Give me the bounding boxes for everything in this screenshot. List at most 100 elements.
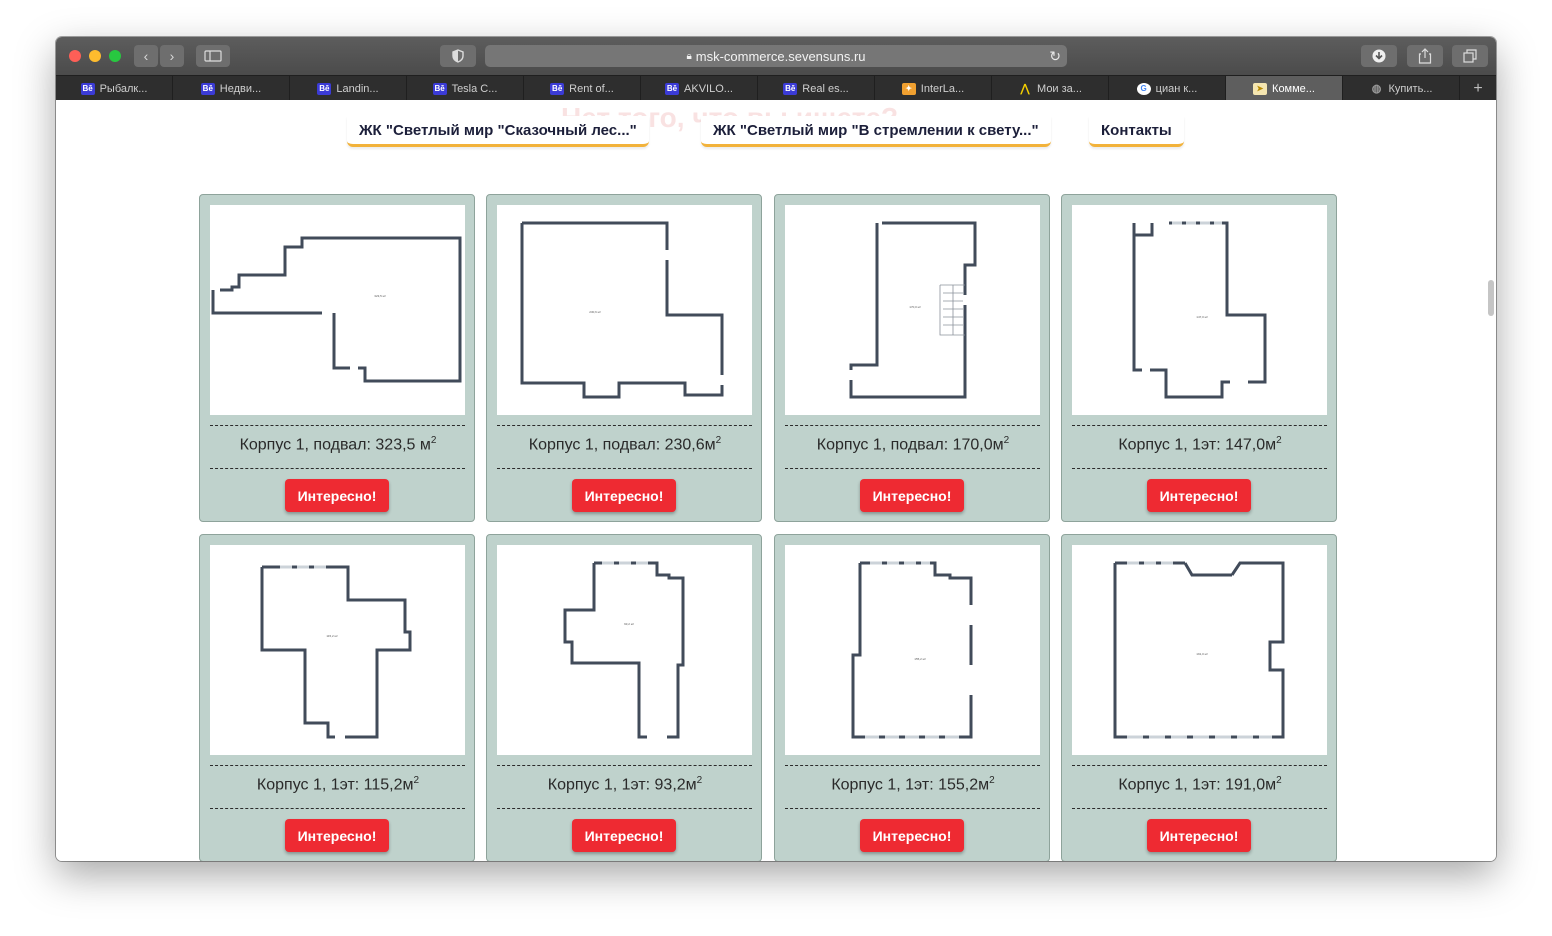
tab-label: циан к...	[1155, 82, 1198, 95]
tab-label: InterLa...	[920, 82, 965, 95]
tab-7[interactable]: ✦ InterLa...	[875, 76, 992, 101]
tab-11[interactable]: ◍ Купить...	[1343, 76, 1460, 101]
listing-card[interactable]: 155,2 м² Корпус 1, 1эт: 155,2м2 Интересн…	[774, 534, 1050, 861]
listing-title: Корпус 1, 1эт: 147,0м	[1118, 436, 1277, 454]
yandex-icon: ⋀	[1020, 83, 1030, 95]
superscript: 2	[430, 435, 437, 446]
sidebar-toggle-button[interactable]	[196, 45, 230, 67]
tab-label: Real es...	[802, 82, 849, 95]
plan-area-label: 155,2 м²	[914, 657, 925, 661]
floor-plan-image: 147,0 м²	[1072, 205, 1327, 415]
behance-icon: Bē	[200, 82, 215, 95]
tab-2[interactable]: Bē Landin...	[290, 76, 407, 101]
listing-card[interactable]: 191,0 м² Корпус 1, 1эт: 191,0м2 Интересн…	[1061, 534, 1337, 861]
listing-card[interactable]: 170,0 м² Корпус 1, подвал: 170,0м2 Интер…	[774, 194, 1050, 522]
tab-bar: Bē Рыбалк... Bē Недви... Bē Landin... Bē Tes…	[56, 75, 1496, 101]
tab-5[interactable]: Bē AKVILO...	[641, 76, 758, 101]
divider	[210, 808, 465, 809]
tab-10-active[interactable]: ➤ Комме...	[1226, 76, 1343, 101]
close-window-button[interactable]	[69, 50, 81, 62]
divider	[785, 425, 1040, 426]
nav-link-contacts[interactable]: Контакты	[1089, 116, 1184, 147]
interested-button[interactable]: Интересно!	[860, 819, 964, 852]
downloads-button[interactable]	[1361, 45, 1397, 67]
minimize-window-button[interactable]	[89, 50, 101, 62]
plan-area-label: 115,2 м²	[326, 634, 337, 638]
tab-1[interactable]: Bē Недви...	[173, 76, 290, 101]
reload-icon[interactable]: ↻	[1049, 48, 1061, 65]
tab-9[interactable]: Gциан к...	[1109, 76, 1226, 101]
floor-plan-image: 191,0 м²	[1072, 545, 1327, 755]
floor-plan-image: 230,6 м²	[497, 205, 752, 415]
tab-3[interactable]: Bē Tesla C...	[407, 76, 524, 101]
back-button[interactable]: ‹	[134, 45, 158, 67]
tab-label: Купить...	[1388, 82, 1433, 95]
behance-icon: Bē	[665, 82, 680, 95]
divider	[1072, 425, 1327, 426]
superscript: 2	[1003, 435, 1010, 446]
browser-toolbar: ‹ › 🔒︎ msk-commerce.sevensuns.ru ↻	[56, 37, 1496, 75]
divider	[497, 808, 752, 809]
floor-plan-image: 115,2 м²	[210, 545, 465, 755]
interested-button[interactable]: Интересно!	[572, 819, 676, 852]
interested-button[interactable]: Интересно!	[285, 479, 389, 512]
interested-button[interactable]: Интересно!	[572, 479, 676, 512]
listing-title: Корпус 1, подвал: 323,5 м	[239, 436, 431, 454]
tab-label: Tesla C...	[451, 82, 498, 95]
tab-6[interactable]: Bē Real es...	[758, 76, 875, 101]
listing-title: Корпус 1, 1эт: 155,2м	[831, 776, 990, 794]
listing-title: Корпус 1, 1эт: 93,2м	[547, 776, 697, 794]
tab-4[interactable]: Bē Rent of...	[524, 76, 641, 101]
behance-icon: Bē	[80, 82, 95, 95]
nav-link-v-stremlenii[interactable]: ЖК "Светлый мир "В стремлении к свету...…	[701, 116, 1051, 147]
superscript: 2	[989, 775, 995, 786]
tab-label: AKVILO...	[684, 82, 733, 95]
interlab-icon: ✦	[901, 82, 916, 95]
listing-caption: Корпус 1, подвал: 323,5 м2	[200, 435, 476, 454]
privacy-shield-button[interactable]	[440, 45, 476, 67]
forward-button[interactable]: ›	[160, 45, 184, 67]
listing-caption: Корпус 1, подвал: 230,6м2	[487, 435, 763, 454]
behance-icon: Bē	[432, 82, 447, 95]
share-button[interactable]	[1407, 45, 1443, 67]
tab-label: Rent of...	[569, 82, 614, 95]
plan-area-label: 230,6 м²	[589, 310, 600, 314]
listing-card[interactable]: 115,2 м² Корпус 1, 1эт: 115,2м2 Интересн…	[199, 534, 475, 861]
interested-button[interactable]: Интересно!	[860, 479, 964, 512]
new-tab-button[interactable]: +	[1460, 76, 1496, 101]
superscript: 2	[1276, 435, 1282, 446]
plan-area-label: 93,2 м²	[624, 622, 634, 626]
listing-card[interactable]: 147,0 м² Корпус 1, 1эт: 147,0м2 Интересн…	[1061, 194, 1337, 522]
interested-button[interactable]: Интересно!	[1147, 819, 1251, 852]
nav-link-skazochny-les[interactable]: ЖК "Светлый мир "Сказочный лес..."	[347, 116, 649, 147]
tab-8[interactable]: ⋀ Мои за...	[992, 76, 1109, 101]
share-icon	[1418, 48, 1432, 64]
page-scrollbar[interactable]	[1488, 280, 1494, 316]
tabs-overview-button[interactable]	[1452, 45, 1488, 67]
shield-icon	[452, 49, 464, 63]
tab-0[interactable]: Bē Рыбалк...	[56, 76, 173, 101]
divider	[785, 765, 1040, 766]
plan-area-label: 170,0 м²	[909, 305, 920, 309]
divider	[210, 468, 465, 469]
tab-label: Рыбалк...	[99, 82, 148, 95]
download-icon	[1372, 49, 1386, 63]
zoom-window-button[interactable]	[109, 50, 121, 62]
listing-title: Корпус 1, 1эт: 191,0м	[1118, 776, 1277, 794]
browser-window: ‹ › 🔒︎ msk-commerce.sevensuns.ru ↻ Bē Рыб…	[56, 37, 1496, 861]
url-text: msk-commerce.sevensuns.ru	[695, 48, 866, 64]
floor-plan-image: 170,0 м²	[785, 205, 1040, 415]
interested-button[interactable]: Интересно!	[285, 819, 389, 852]
listing-card[interactable]: 323,5 м² Корпус 1, подвал: 323,5 м2 Инте…	[199, 194, 475, 522]
plan-area-label: 323,5 м²	[374, 294, 385, 298]
listing-title: Корпус 1, подвал: 230,6м	[528, 436, 716, 454]
interested-button[interactable]: Интересно!	[1147, 479, 1251, 512]
listing-card[interactable]: 230,6 м² Корпус 1, подвал: 230,6м2 Интер…	[486, 194, 762, 522]
divider	[497, 468, 752, 469]
address-bar[interactable]: 🔒︎ msk-commerce.sevensuns.ru ↻	[485, 45, 1067, 67]
divider	[497, 425, 752, 426]
divider	[210, 765, 465, 766]
behance-icon: Bē	[550, 82, 565, 95]
listing-card[interactable]: 93,2 м² Корпус 1, 1эт: 93,2м2 Интересно!	[486, 534, 762, 861]
divider	[497, 765, 752, 766]
